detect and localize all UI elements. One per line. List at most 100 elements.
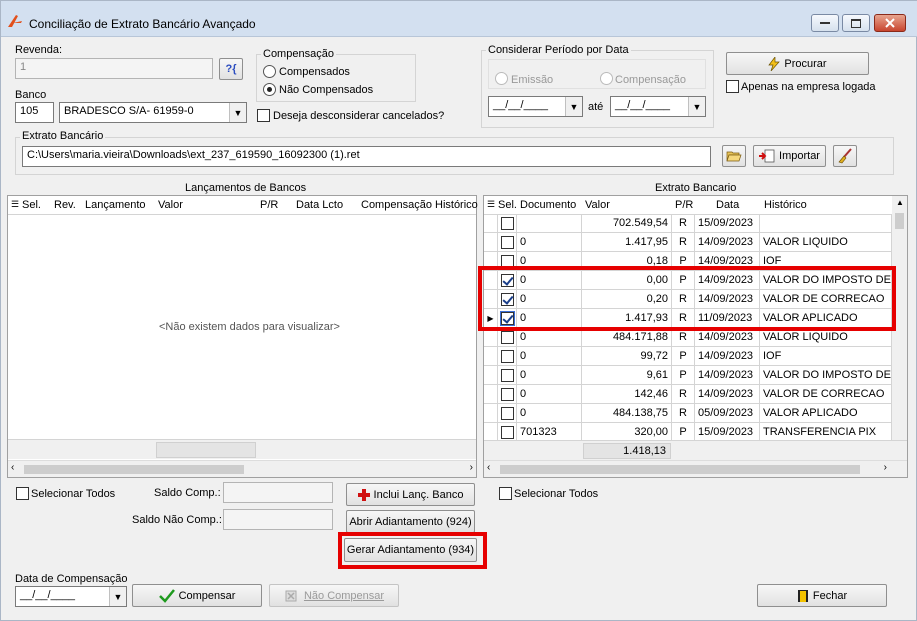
row-select-checkbox[interactable]	[498, 404, 517, 423]
banco-select[interactable]: BRADESCO S/A- 61959-0 ▼	[59, 102, 247, 123]
checkbox[interactable]	[501, 236, 514, 249]
row-select-checkbox[interactable]	[498, 423, 517, 440]
nao-compensar-button[interactable]: Não Compensar	[269, 584, 399, 607]
title-bar: Conciliação de Extrato Bancário Avançado	[1, 1, 917, 37]
ext-col-pr[interactable]: P/R	[675, 199, 693, 211]
checkbox[interactable]	[501, 331, 514, 344]
scroll-left-icon[interactable]: ‹	[487, 462, 490, 473]
compensacao-date-radio[interactable]	[600, 72, 613, 85]
table-row[interactable]: 0 484.138,75 R 05/09/2023 VALOR APLICADO	[484, 404, 892, 423]
compensacao-date-label: Compensação	[615, 74, 686, 86]
lancamentos-scrollbar[interactable]: ‹ ›	[8, 460, 476, 477]
lanc-col-sel[interactable]: Sel.	[22, 199, 41, 211]
scroll-thumb[interactable]	[500, 465, 860, 474]
chevron-down-icon: ▼	[565, 97, 582, 116]
scroll-thumb[interactable]	[24, 465, 244, 474]
desconsiderar-checkbox[interactable]	[257, 109, 270, 122]
cell-data: 05/09/2023	[695, 404, 760, 423]
row-select-checkbox[interactable]	[498, 366, 517, 385]
nao-compensados-radio[interactable]	[263, 83, 276, 96]
importar-button[interactable]: Importar	[753, 145, 826, 167]
compensar-button[interactable]: Compensar	[132, 584, 262, 607]
scroll-right-icon[interactable]: ›	[470, 462, 473, 473]
checkbox[interactable]	[501, 388, 514, 401]
checkbox[interactable]	[501, 407, 514, 420]
cell-data: 14/09/2023	[695, 366, 760, 385]
fechar-button[interactable]: Fechar	[757, 584, 887, 607]
open-folder-button[interactable]	[722, 145, 746, 167]
checkbox[interactable]	[501, 369, 514, 382]
data-comp-field[interactable]: __/__/____ ▼	[15, 586, 127, 607]
emissao-radio[interactable]	[495, 72, 508, 85]
ext-col-documento[interactable]: Documento	[520, 199, 576, 211]
lanc-col-historico[interactable]: Histórico	[435, 199, 478, 211]
ext-col-data[interactable]: Data	[716, 199, 739, 211]
table-row[interactable]: 701323 320,00 P 15/09/2023 TRANSFERENCIA PIX	[484, 423, 892, 440]
compensados-radio[interactable]	[263, 65, 276, 78]
empresa-logada-checkbox[interactable]	[726, 80, 739, 93]
ext-col-historico[interactable]: Histórico	[764, 199, 807, 211]
inclui-lanc-banco-button[interactable]: Inclui Lanç. Banco	[346, 483, 475, 506]
table-row[interactable]: 702.549,54 R 15/09/2023	[484, 214, 892, 233]
folder-open-icon	[726, 151, 742, 162]
table-row[interactable]: 0 142,46 R 14/09/2023 VALOR DE CORRECAO	[484, 385, 892, 404]
row-select-checkbox[interactable]	[498, 347, 517, 366]
extrato-hscrollbar[interactable]: ‹ ›	[484, 460, 907, 477]
date-to-value: __/__/____	[615, 99, 671, 111]
extrato-path-field[interactable]: C:\Users\maria.vieira\Downloads\ext_237_…	[22, 146, 711, 167]
banco-code-field[interactable]: 105	[15, 102, 54, 123]
procurar-button[interactable]: Procurar	[726, 52, 869, 75]
lanc-col-data-lcto[interactable]: Data Lcto	[296, 199, 343, 211]
row-select-checkbox[interactable]	[498, 385, 517, 404]
row-select-checkbox[interactable]	[498, 214, 517, 233]
selecionar-todos-left-checkbox[interactable]	[16, 487, 29, 500]
lancamentos-grid[interactable]: ☰ Sel. Rev. Lançamento Valor P/R Data Lc…	[7, 195, 478, 478]
window-title: Conciliação de Extrato Bancário Avançado	[29, 17, 256, 31]
column-chooser-icon[interactable]: ☰	[11, 199, 19, 210]
cell-data: 14/09/2023	[695, 233, 760, 252]
column-chooser-icon[interactable]: ☰	[487, 199, 495, 210]
clear-button[interactable]	[833, 145, 857, 167]
scroll-left-icon[interactable]: ‹	[11, 462, 14, 473]
table-row[interactable]: 0 99,72 P 14/09/2023 IOF	[484, 347, 892, 366]
date-to-field[interactable]: __/__/____ ▼	[610, 96, 706, 117]
checkbox[interactable]	[501, 217, 514, 230]
cell-valor: 702.549,54	[582, 214, 672, 233]
abrir-adiantamento-button[interactable]: Abrir Adiantamento (924)	[346, 510, 475, 533]
desconsiderar-label: Deseja desconsiderar cancelados?	[273, 110, 445, 122]
selecionar-todos-right-checkbox[interactable]	[499, 487, 512, 500]
cell-data: 14/09/2023	[695, 385, 760, 404]
lanc-col-compensacao[interactable]: Compensação	[361, 199, 432, 211]
lanc-col-lancamento[interactable]: Lançamento	[85, 199, 146, 211]
cell-data: 15/09/2023	[695, 423, 760, 440]
table-row[interactable]: 0 1.417,95 R 14/09/2023 VALOR LIQUIDO	[484, 233, 892, 252]
row-indicator	[484, 404, 498, 423]
minimize-button[interactable]	[811, 14, 839, 32]
maximize-button[interactable]	[842, 14, 870, 32]
lanc-col-rev[interactable]: Rev.	[54, 199, 76, 211]
ext-col-sel[interactable]: Sel.	[498, 199, 517, 211]
lanc-col-pr[interactable]: P/R	[260, 199, 278, 211]
revenda-field[interactable]: 1	[15, 58, 213, 79]
scroll-right-icon[interactable]: ›	[884, 462, 887, 473]
selecionar-todos-right-label: Selecionar Todos	[514, 488, 599, 500]
row-select-checkbox[interactable]	[498, 233, 517, 252]
checkbox[interactable]	[501, 350, 514, 363]
gerar-adiantamento-button[interactable]: Gerar Adiantamento (934)	[344, 538, 477, 562]
ext-col-valor[interactable]: Valor	[585, 199, 610, 211]
date-from-field[interactable]: __/__/____ ▼	[488, 96, 583, 117]
empresa-logada-label: Apenas na empresa logada	[741, 81, 876, 93]
revenda-lookup-button[interactable]: ?{	[219, 58, 243, 80]
extrato-header: ☰ Sel. Documento Valor P/R Data Históric…	[484, 196, 892, 215]
scroll-up-icon[interactable]: ▲	[896, 198, 904, 207]
ate-label: até	[588, 101, 604, 113]
vscroll-thumb[interactable]	[895, 213, 904, 229]
table-row[interactable]: 0 9,61 P 14/09/2023 VALOR DO IMPOSTO DE R	[484, 366, 892, 385]
cell-doc: 0	[517, 385, 582, 404]
gerar-label: Gerar Adiantamento (934)	[346, 544, 475, 556]
checkbox[interactable]	[501, 426, 514, 439]
lanc-col-valor[interactable]: Valor	[158, 199, 183, 211]
close-window-button[interactable]	[874, 14, 906, 32]
cell-pr: R	[672, 233, 695, 252]
extrato-grid[interactable]: ☰ Sel. Documento Valor P/R Data Históric…	[483, 195, 908, 478]
